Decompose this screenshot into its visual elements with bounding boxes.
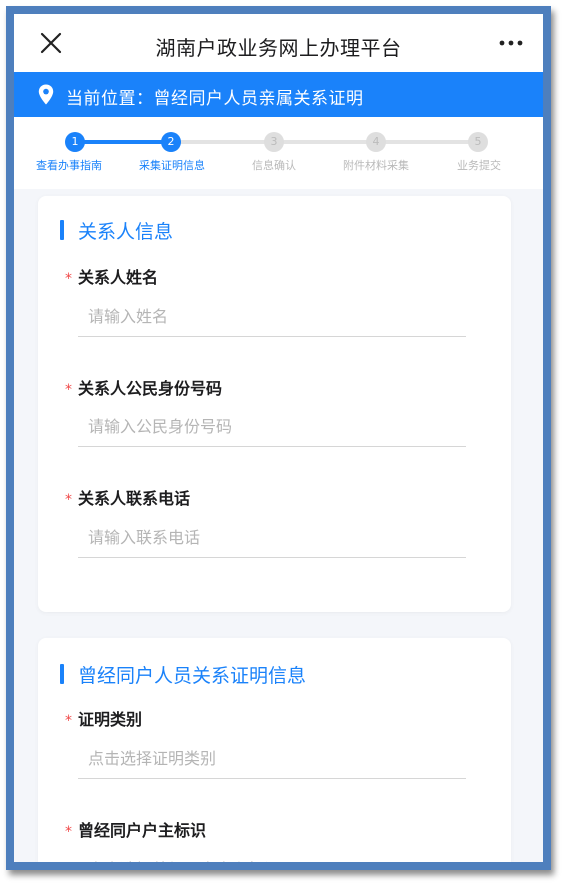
name-input[interactable]	[78, 297, 466, 337]
phone-input[interactable]	[78, 518, 466, 558]
step-2-dot: 2	[161, 132, 181, 152]
phone-label-text: 关系人联系电话	[78, 489, 191, 508]
proof-type-select[interactable]	[78, 739, 466, 779]
more-icon[interactable]	[499, 40, 523, 46]
required-mark: *	[65, 713, 72, 729]
pin-icon	[38, 84, 54, 105]
proof-type-label-text: 证明类别	[78, 710, 143, 729]
step-5-dot: 5	[468, 132, 488, 152]
required-mark: *	[65, 382, 72, 398]
nav-bar: 湖南户政业务网上办理平台	[14, 14, 543, 72]
step-1-dot: 1	[65, 132, 85, 152]
section-accent-bar	[60, 220, 64, 240]
step-1-label: 查看办事指南	[36, 159, 102, 172]
name-label: * 关系人姓名	[65, 264, 158, 288]
household-head-label-text: 曾经同户户主标识	[78, 821, 207, 840]
step-5-label: 业务提交	[457, 159, 501, 172]
step-4-label: 附件材料采集	[343, 159, 409, 172]
id-number-label-text: 关系人公民身份号码	[78, 379, 223, 398]
relation-proof-card: 曾经同户人员关系证明信息 * 证明类别 * 曾经同户户主标识	[38, 638, 511, 862]
household-head-label: * 曾经同户户主标识	[65, 817, 206, 841]
phone-label: * 关系人联系电话	[65, 485, 190, 509]
location-text: 当前位置：曾经同户人员亲属关系证明	[66, 89, 364, 109]
step-3-dot: 3	[264, 132, 284, 152]
phone-frame: 湖南户政业务网上办理平台 当前位置：曾经同户人员亲属关系证明 1 2 3 4 5…	[6, 6, 551, 870]
required-mark: *	[65, 824, 72, 840]
required-mark: *	[65, 492, 72, 508]
id-number-input[interactable]	[78, 407, 466, 447]
page-title: 湖南户政业务网上办理平台	[155, 36, 402, 60]
section-title: 曾经同户人员关系证明信息	[78, 665, 307, 687]
name-label-text: 关系人姓名	[78, 268, 159, 287]
id-number-label: * 关系人公民身份号码	[65, 375, 222, 399]
proof-type-label: * 证明类别	[65, 706, 142, 730]
step-3-label: 信息确认	[252, 159, 296, 172]
section-accent-bar	[60, 664, 64, 684]
step-line-pending	[170, 140, 478, 144]
section-title: 关系人信息	[78, 221, 174, 243]
contact-info-card: 关系人信息 * 关系人姓名 * 关系人公民身份号码 * 关系人联系电话	[38, 196, 511, 612]
step-progress: 1 2 3 4 5 查看办事指南 采集证明信息 信息确认 附件材料采集 业务提交	[14, 117, 543, 189]
step-4-dot: 4	[366, 132, 386, 152]
step-2-label: 采集证明信息	[139, 159, 205, 172]
location-bar: 当前位置：曾经同户人员亲属关系证明	[14, 72, 543, 117]
household-head-select[interactable]	[78, 850, 466, 862]
required-mark: *	[65, 271, 72, 287]
